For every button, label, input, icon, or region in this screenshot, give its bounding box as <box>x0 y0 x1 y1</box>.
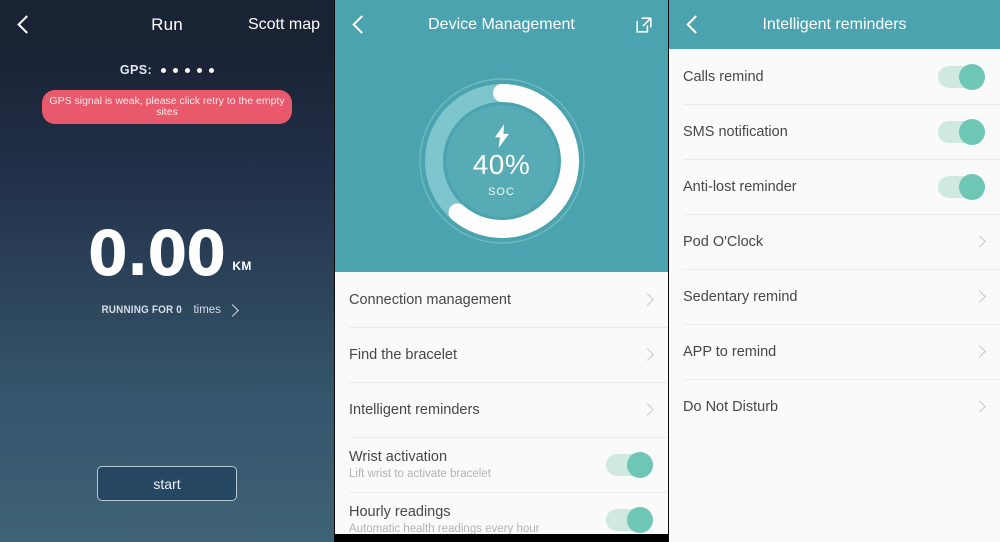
page-title: Intelligent reminders <box>762 15 907 33</box>
list-item-label: Intelligent reminders <box>349 401 480 418</box>
gps-dot <box>197 67 203 73</box>
list-item-connection-management[interactable]: Connection management <box>335 272 668 327</box>
chevron-right-icon <box>973 290 986 303</box>
lightning-bolt-icon <box>494 123 509 148</box>
page-title: Device Management <box>428 15 575 33</box>
list-item-label: Sedentary remind <box>683 288 798 305</box>
row-texts: Hourly readings Automatic health reading… <box>349 504 540 535</box>
list-item-sms-notification[interactable]: SMS notification <box>669 104 1000 159</box>
device-management-screen: Device Management 40% SOC Connection man… <box>334 0 668 542</box>
chevron-right-icon <box>641 403 654 416</box>
gps-label: GPS: <box>119 63 153 77</box>
list-item-label: APP to remind <box>683 343 777 360</box>
distance-unit: KM <box>232 259 252 274</box>
list-item-label: Do Not Disturb <box>683 398 779 415</box>
battery-hero: 40% SOC <box>335 49 668 272</box>
list-item-pod-oclock[interactable]: Pod O'Clock <box>669 214 1000 269</box>
run-header: Run Scott map <box>0 0 334 49</box>
list-item-label: Hourly readings <box>349 504 451 520</box>
bottom-bar <box>335 534 668 542</box>
reminders-header: Intelligent reminders <box>669 0 1000 49</box>
distance-display: 0.00 KM RUNNING FOR 0 times <box>0 217 334 317</box>
intelligent-reminders-screen: Intelligent reminders Calls remind SMS n… <box>668 0 1000 542</box>
device-header: Device Management <box>335 0 668 49</box>
list-item-sedentary-remind[interactable]: Sedentary remind <box>669 269 1000 324</box>
list-item-label: Connection management <box>349 291 512 308</box>
list-item-label: Find the bracelet <box>349 346 458 363</box>
start-button[interactable]: start <box>97 466 237 501</box>
gps-dot <box>209 67 215 73</box>
list-item-calls-remind[interactable]: Calls remind <box>669 49 1000 104</box>
hourly-readings-toggle[interactable] <box>606 506 653 533</box>
row-texts: Find the bracelet <box>349 347 457 363</box>
back-chevron-icon[interactable] <box>683 14 705 36</box>
run-count-prefix: RUNNING FOR 0 <box>101 304 182 317</box>
calls-remind-toggle[interactable] <box>938 63 985 90</box>
chevron-right-icon <box>973 345 986 358</box>
gps-dot <box>161 67 167 73</box>
distance-value-group: 0.00 KM <box>82 217 252 290</box>
three-screen-collage: Run Scott map GPS: GPS signal is weak, p… <box>0 0 1000 542</box>
wrist-activation-toggle[interactable] <box>606 451 653 478</box>
battery-percent: 40% <box>472 148 531 180</box>
back-chevron-icon[interactable] <box>14 14 36 36</box>
list-item-do-not-disturb[interactable]: Do Not Disturb <box>669 379 1000 434</box>
device-settings-list: Connection management Find the bracelet … <box>335 272 668 542</box>
gps-warning-banner[interactable]: GPS signal is weak, please click retry t… <box>42 90 292 124</box>
list-item-label: Wrist activation <box>349 449 448 465</box>
chevron-right-icon <box>973 235 986 248</box>
scott-map-link[interactable]: Scott map <box>248 16 320 34</box>
reminders-list: Calls remind SMS notification Anti-lost … <box>669 49 1000 434</box>
row-texts: Connection management <box>349 292 511 308</box>
list-item-label: SMS notification <box>683 123 788 140</box>
battery-unit-label: SOC <box>488 185 515 198</box>
chevron-right-icon <box>226 303 239 317</box>
gps-dot <box>185 67 191 73</box>
back-chevron-icon[interactable] <box>349 14 371 36</box>
list-item-wrist-activation[interactable]: Wrist activation Lift wrist to activate … <box>335 437 668 492</box>
anti-lost-reminder-toggle[interactable] <box>938 173 985 200</box>
distance-value: 0.00 <box>88 217 226 290</box>
list-item-sublabel: Lift wrist to activate bracelet <box>349 468 491 480</box>
list-item-label: Anti-lost reminder <box>683 178 797 195</box>
list-item-intelligent-reminders[interactable]: Intelligent reminders <box>335 382 668 437</box>
list-item-find-the-bracelet[interactable]: Find the bracelet <box>335 327 668 382</box>
run-screen: Run Scott map GPS: GPS signal is weak, p… <box>0 0 334 542</box>
gps-status: GPS: <box>0 63 334 77</box>
chevron-right-icon <box>973 400 986 413</box>
battery-ring-center: 40% SOC <box>416 75 588 247</box>
list-item-app-to-remind[interactable]: APP to remind <box>669 324 1000 379</box>
battery-ring: 40% SOC <box>416 75 588 247</box>
row-texts: Intelligent reminders <box>349 402 480 418</box>
row-texts: Wrist activation Lift wrist to activate … <box>349 449 491 480</box>
list-item-label: Calls remind <box>683 68 764 85</box>
list-item-anti-lost-reminder[interactable]: Anti-lost reminder <box>669 159 1000 214</box>
gps-signal-dots <box>161 67 215 73</box>
list-item-label: Pod O'Clock <box>683 233 764 250</box>
external-link-icon[interactable] <box>634 15 654 35</box>
chevron-right-icon <box>641 348 654 361</box>
run-count-suffix: times <box>193 304 221 317</box>
gps-dot <box>173 67 179 73</box>
sms-notification-toggle[interactable] <box>938 118 985 145</box>
chevron-right-icon <box>641 293 654 306</box>
run-count-link[interactable]: RUNNING FOR 0 times <box>0 303 334 317</box>
